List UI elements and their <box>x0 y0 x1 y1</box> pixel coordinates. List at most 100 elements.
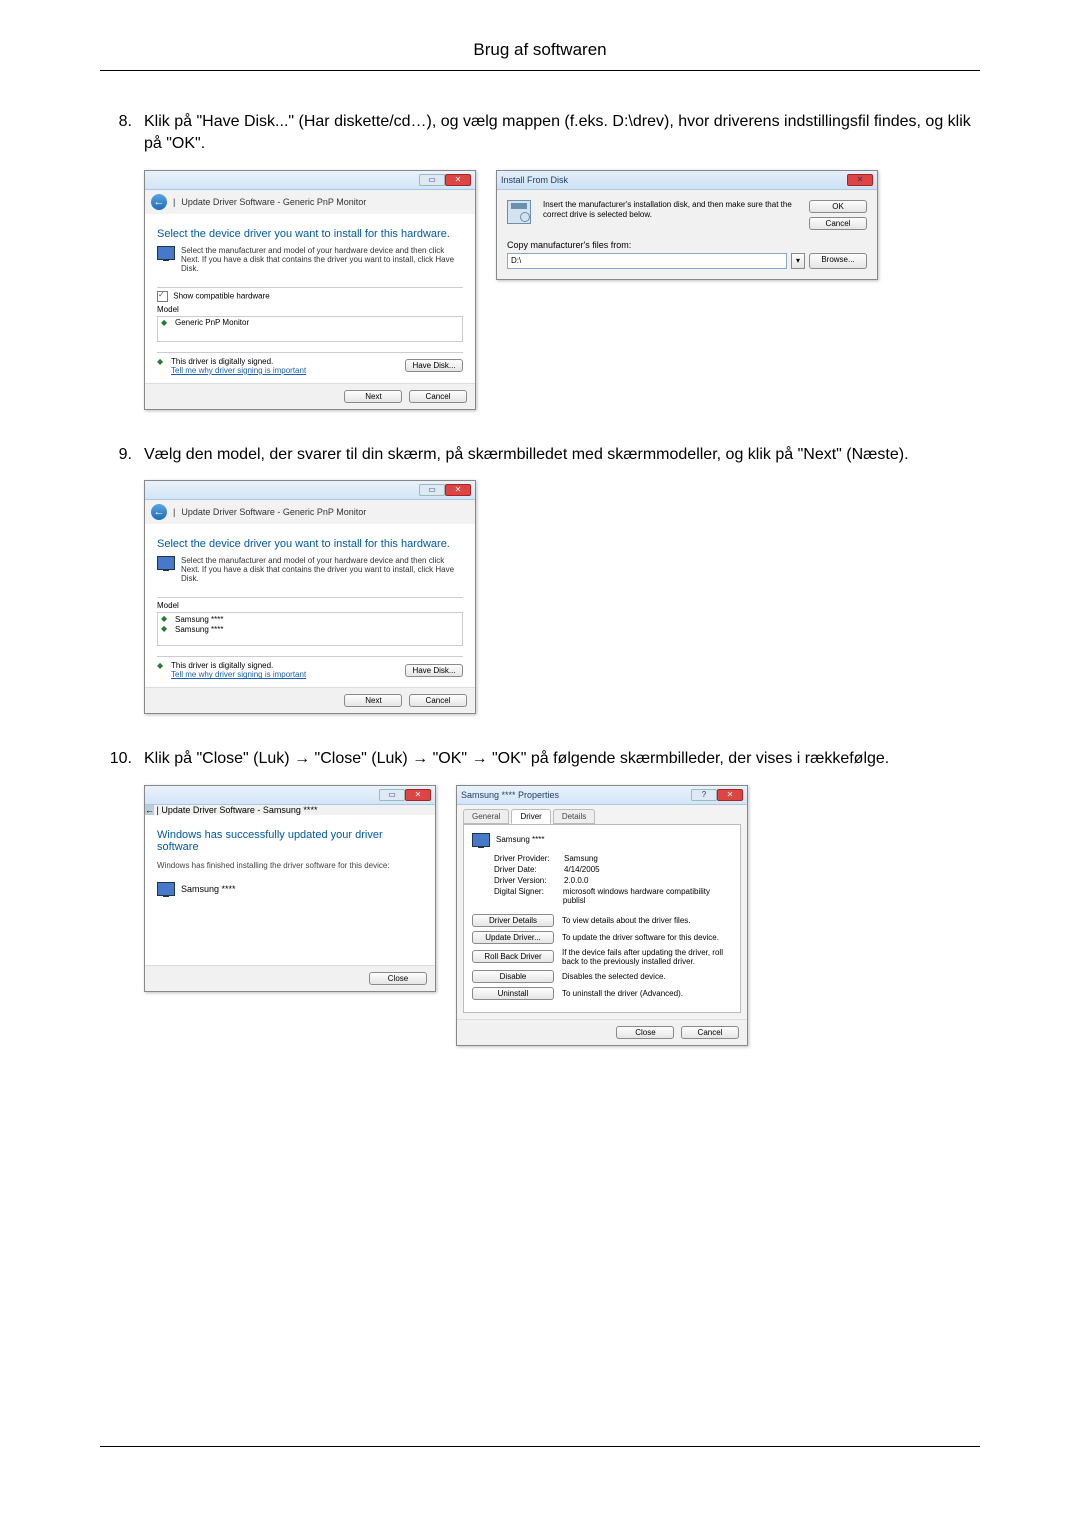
floppy-icon <box>507 200 531 224</box>
close-icon[interactable]: ✕ <box>847 174 873 186</box>
signed-driver-icon: ◆ <box>161 614 171 624</box>
cancel-button[interactable]: Cancel <box>681 1026 739 1039</box>
tab-general[interactable]: General <box>463 809 509 824</box>
model-label: Model <box>157 601 463 610</box>
page-title: Brug af softwaren <box>473 40 606 59</box>
tab-driver[interactable]: Driver <box>511 809 550 824</box>
step-text: Klik på "Have Disk..." (Har diskette/cd…… <box>144 111 980 156</box>
model-label: Model <box>157 305 463 314</box>
disable-desc: Disables the selected device. <box>562 972 732 981</box>
back-icon[interactable]: ← <box>151 504 167 520</box>
model-name: Samsung **** <box>175 615 223 624</box>
step-9-images: ▭ ✕ ← | Update Driver Software - Generic… <box>144 480 980 714</box>
close-button[interactable]: Close <box>616 1026 674 1039</box>
model-item[interactable]: ◆ Samsung **** <box>161 624 459 634</box>
update-driver-dialog-1: ▭ ✕ ← | Update Driver Software - Generic… <box>144 170 476 410</box>
signed-text: This driver is digitally signed. <box>171 357 306 366</box>
maximize-icon[interactable]: ▭ <box>379 789 405 801</box>
tabs: General Driver Details <box>457 805 747 824</box>
breadcrumb: Update Driver Software - Generic PnP Mon… <box>181 197 366 207</box>
model-item[interactable]: ◆ Samsung **** <box>161 614 459 624</box>
breadcrumb: Update Driver Software - Generic PnP Mon… <box>181 507 366 517</box>
help-icon[interactable]: ? <box>691 789 717 801</box>
cancel-button[interactable]: Cancel <box>409 694 467 707</box>
next-button[interactable]: Next <box>344 694 402 707</box>
titlebar: ▭ ✕ <box>145 481 475 500</box>
monitor-icon <box>157 556 175 570</box>
date-value: 4/14/2005 <box>564 865 600 874</box>
model-list[interactable]: ◆ Generic PnP Monitor <box>157 316 463 342</box>
titlebar: ▭ ✕ <box>145 786 435 805</box>
show-compatible-label: Show compatible hardware <box>173 291 270 300</box>
signer-label: Digital Signer: <box>494 887 563 905</box>
dropdown-icon[interactable]: ▾ <box>791 253 805 269</box>
path-input[interactable] <box>507 253 787 269</box>
step-8: 8. Klik på "Have Disk..." (Har diskette/… <box>100 111 980 156</box>
close-icon[interactable]: ✕ <box>405 789 431 801</box>
show-compatible-checkbox[interactable] <box>157 291 168 302</box>
have-disk-button[interactable]: Have Disk... <box>405 664 463 677</box>
model-item[interactable]: ◆ Generic PnP Monitor <box>161 318 459 328</box>
tab-details[interactable]: Details <box>553 809 595 824</box>
step-8-images: ▭ ✕ ← | Update Driver Software - Generic… <box>144 170 980 410</box>
update-driver-dialog-2: ▭ ✕ ← | Update Driver Software - Generic… <box>144 480 476 714</box>
dialog-title: Install From Disk <box>501 175 568 185</box>
signer-value: microsoft windows hardware compatibility… <box>563 887 732 905</box>
disk-message: Insert the manufacturer's installation d… <box>543 200 801 230</box>
model-list[interactable]: ◆ Samsung **** ◆ Samsung **** <box>157 612 463 646</box>
step-number: 8. <box>100 111 144 156</box>
browse-button[interactable]: Browse... <box>809 253 867 269</box>
dialog-title: Samsung **** Properties <box>461 790 559 800</box>
ok-button[interactable]: OK <box>809 200 867 213</box>
next-button[interactable]: Next <box>344 390 402 403</box>
page-header: Brug af softwaren <box>100 40 980 71</box>
signed-driver-icon: ◆ <box>161 624 171 634</box>
monitor-icon <box>157 246 175 260</box>
properties-dialog: Samsung **** Properties ? ✕ General Driv… <box>456 785 748 1046</box>
cancel-button[interactable]: Cancel <box>809 217 867 230</box>
signing-link[interactable]: Tell me why driver signing is important <box>171 670 306 679</box>
page-footer-rule <box>100 1446 980 1448</box>
window-buttons: ▭ ✕ <box>419 174 471 186</box>
disable-button[interactable]: Disable <box>472 970 554 983</box>
close-icon[interactable]: ✕ <box>717 789 743 801</box>
step-10: 10. Klik på "Close" (Luk) → "Close" (Luk… <box>100 748 980 770</box>
close-icon[interactable]: ✕ <box>445 484 471 496</box>
crumb-separator: | <box>157 805 159 815</box>
uninstall-button[interactable]: Uninstall <box>472 987 554 1000</box>
signed-driver-icon: ◆ <box>161 318 171 328</box>
maximize-icon[interactable]: ▭ <box>419 484 445 496</box>
step-10-images: ▭ ✕ ← | Update Driver Software - Samsung… <box>144 785 980 1046</box>
breadcrumb: Update Driver Software - Samsung **** <box>161 805 317 815</box>
dialog-description: Select the manufacturer and model of you… <box>181 246 463 273</box>
update-driver-desc: To update the driver software for this d… <box>562 933 732 942</box>
close-button[interactable]: Close <box>369 972 427 985</box>
crumb-separator: | <box>173 197 175 207</box>
driver-details-desc: To view details about the driver files. <box>562 916 732 925</box>
step-text: Vælg den model, der svarer til din skærm… <box>144 444 980 466</box>
titlebar: ▭ ✕ <box>145 171 475 190</box>
dialog-description: Select the manufacturer and model of you… <box>181 556 463 583</box>
provider-label: Driver Provider: <box>494 854 564 863</box>
dialog-heading: Select the device driver you want to ins… <box>157 228 463 240</box>
step-number: 9. <box>100 444 144 466</box>
maximize-icon[interactable]: ▭ <box>419 174 445 186</box>
provider-value: Samsung <box>564 854 598 863</box>
driver-details-button[interactable]: Driver Details <box>472 914 554 927</box>
close-icon[interactable]: ✕ <box>445 174 471 186</box>
model-name: Generic PnP Monitor <box>175 318 249 327</box>
uninstall-desc: To uninstall the driver (Advanced). <box>562 989 732 998</box>
signing-link[interactable]: Tell me why driver signing is important <box>171 366 306 375</box>
dialog-heading: Select the device driver you want to ins… <box>157 538 463 550</box>
step-9: 9. Vælg den model, der svarer til din sk… <box>100 444 980 466</box>
success-title: Windows has successfully updated your dr… <box>157 829 423 853</box>
back-icon: ← <box>145 805 154 815</box>
install-from-disk-dialog: Install From Disk ✕ Insert the manufactu… <box>496 170 878 280</box>
version-label: Driver Version: <box>494 876 564 885</box>
cancel-button[interactable]: Cancel <box>409 390 467 403</box>
monitor-icon <box>157 882 175 896</box>
update-driver-button[interactable]: Update Driver... <box>472 931 554 944</box>
have-disk-button[interactable]: Have Disk... <box>405 359 463 372</box>
back-icon[interactable]: ← <box>151 194 167 210</box>
rollback-button[interactable]: Roll Back Driver <box>472 950 554 963</box>
